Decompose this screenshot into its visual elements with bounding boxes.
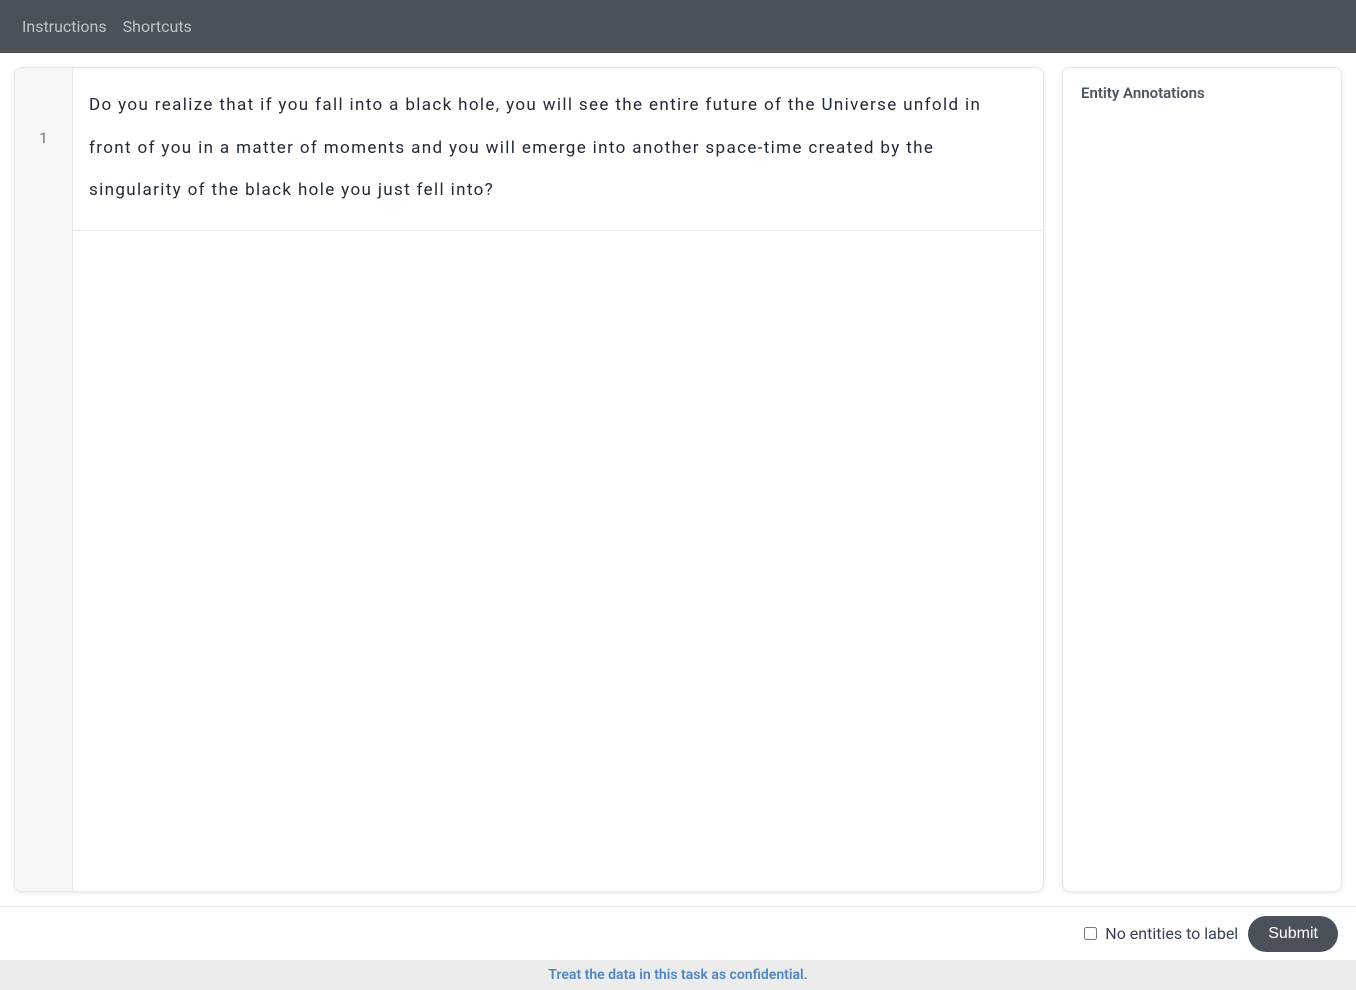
no-entities-checkbox[interactable] [1084, 927, 1097, 940]
line-number-gutter: 1 [15, 68, 73, 891]
bottom-action-bar: No entities to label Submit [0, 906, 1356, 960]
text-annotation-panel: 1 Do you realize that if you fall into a… [14, 67, 1044, 892]
confidentiality-notice: Treat the data in this task as confident… [0, 960, 1356, 990]
shortcuts-link[interactable]: Shortcuts [123, 17, 192, 36]
entity-annotations-title: Entity Annotations [1081, 84, 1323, 102]
instructions-link[interactable]: Instructions [22, 17, 107, 36]
no-entities-label: No entities to label [1105, 924, 1238, 943]
text-content-area[interactable]: Do you realize that if you fall into a b… [73, 68, 1043, 891]
header-bar: Instructions Shortcuts [0, 0, 1356, 53]
no-entities-checkbox-wrap[interactable]: No entities to label [1084, 924, 1238, 943]
submit-button[interactable]: Submit [1248, 916, 1338, 952]
main-area: 1 Do you realize that if you fall into a… [0, 53, 1356, 906]
entity-annotations-panel: Entity Annotations [1062, 67, 1342, 892]
text-row[interactable]: Do you realize that if you fall into a b… [73, 68, 1043, 231]
line-number: 1 [15, 68, 72, 208]
